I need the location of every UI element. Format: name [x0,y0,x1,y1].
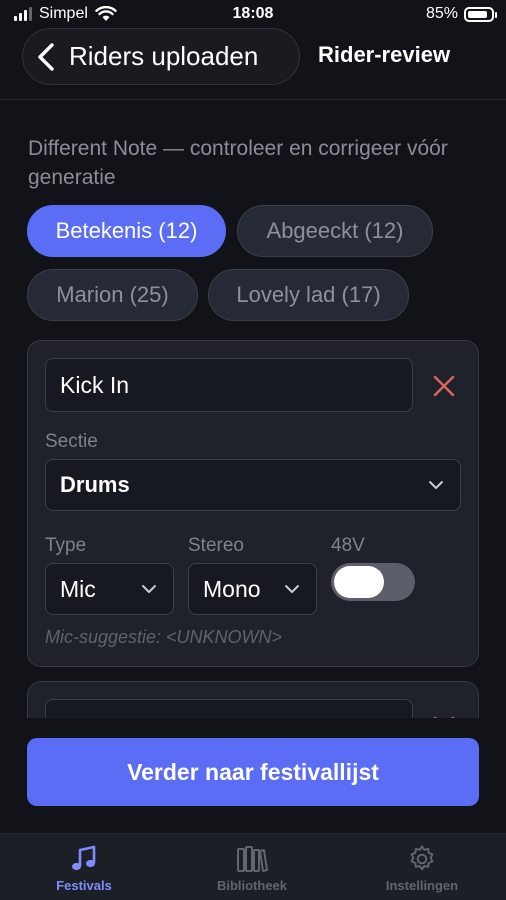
tab-instellingen[interactable]: Instellingen [338,834,506,900]
page-title: Rider-review [318,42,451,67]
channel-card: Kick In Sectie Drums Type Stereo 48V Mic… [27,340,479,667]
tab-label: Bibliotheek [216,878,288,893]
tab-label: Festivals [56,878,112,893]
tab-festivals[interactable]: Festivals [0,834,168,900]
channel-list[interactable]: Kick In Sectie Drums Type Stereo 48V Mic… [0,340,506,718]
filter-chip-betekenis[interactable]: Betekenis (12) [27,205,226,257]
music-note-icon [72,845,96,871]
filter-chip-marion[interactable]: Marion (25) [27,269,198,321]
chevron-down-icon [285,585,299,593]
tab-bibliotheek[interactable]: Bibliotheek [168,834,336,900]
section-select[interactable]: Drums [45,459,461,511]
gear-icon [410,845,434,871]
section-value: Drums [60,472,130,497]
channel-name-input[interactable]: Kick In [45,358,413,412]
chevron-left-icon [38,42,54,71]
channel-card: Snare In [27,681,479,718]
navigation-header: Riders uploaden Rider-review [0,28,506,100]
status-bar: Simpel 18:08 85% [0,0,506,30]
filter-chip-abgeeckt[interactable]: Abgeeckt (12) [237,205,433,257]
chevron-down-icon [142,585,156,593]
continue-to-festival-list-button[interactable]: Verder naar festivallijst [27,738,479,806]
back-button[interactable]: Riders uploaden [22,28,300,85]
remove-channel-button[interactable] [429,371,459,401]
remove-channel-button[interactable] [429,712,459,718]
tab-bar: Festivals Bibliotheek Instellingen [0,833,506,900]
channel-name-input[interactable]: Snare In [45,699,413,718]
phantom-power-label: 48V [331,535,365,556]
library-icon [237,846,268,872]
phantom-power-toggle[interactable] [331,563,415,601]
close-icon [433,716,455,718]
battery-icon [464,6,497,22]
type-label: Type [45,535,87,556]
filter-chip-lovely-lad[interactable]: Lovely lad (17) [208,269,409,321]
type-value: Mic [60,575,96,602]
type-select[interactable]: Mic [45,563,174,615]
chevron-down-icon [429,481,443,489]
section-label: Sectie [45,431,98,452]
tab-label: Instellingen [385,878,459,893]
review-subtitle: Different Note — controleer en corrigeer… [28,137,448,189]
stereo-label: Stereo [188,535,244,556]
stereo-value: Mono [203,575,261,602]
mic-suggestion: Mic-suggestie: <UNKNOWN> [45,627,283,647]
battery-percentage: 85% [425,5,458,22]
close-icon [433,375,455,397]
stereo-select[interactable]: Mono [188,563,317,615]
back-button-label: Riders uploaden [69,41,259,71]
toggle-knob [334,566,384,598]
